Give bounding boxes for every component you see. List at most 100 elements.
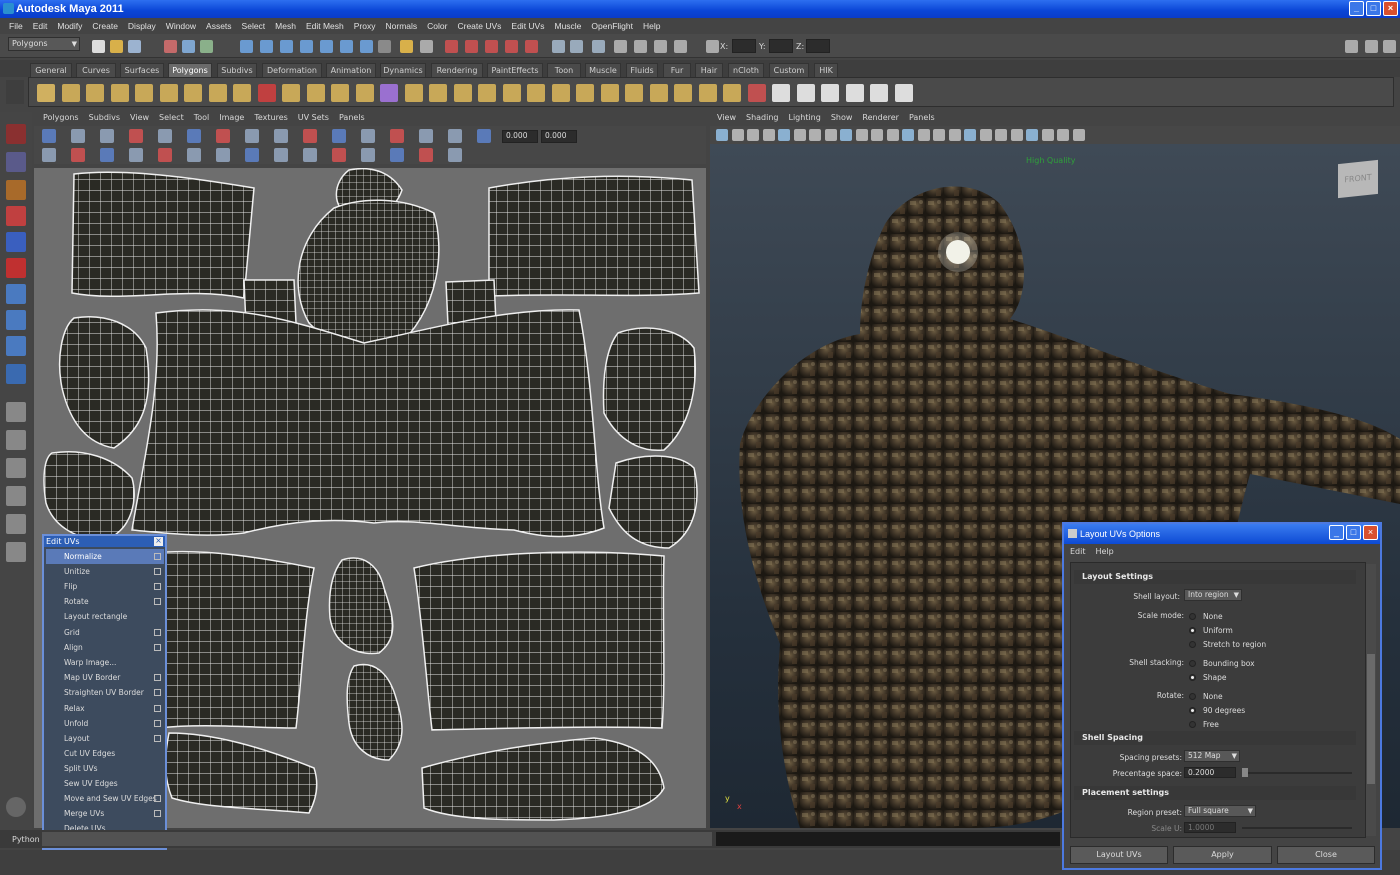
spacing-presets-dropdown[interactable]: 512 Map ▼ [1184,750,1240,762]
menu-item-warp-image[interactable]: Warp Image... [46,655,164,670]
panel-settings-icon[interactable] [1365,40,1378,53]
layout-uvs-button[interactable]: Layout UVs [1070,846,1168,864]
menu-item-layout[interactable]: Layout [46,731,164,746]
rotate-90[interactable]: 90 degrees [1189,706,1245,715]
slide-edge-icon[interactable] [600,84,619,102]
default-light-icon[interactable] [917,129,930,141]
shelf-tab-hair[interactable]: Hair [695,63,723,77]
menu-openflight[interactable]: OpenFlight [586,18,638,34]
plane-icon[interactable] [135,84,153,102]
script-editor-icon[interactable] [6,797,26,817]
helix-icon[interactable] [257,84,276,102]
scale-tool-icon[interactable] [6,258,26,278]
uv-auto-icon[interactable] [845,84,864,102]
insert-loop-icon[interactable] [551,84,570,102]
uv-align-max-v-icon[interactable] [274,129,288,143]
x-field[interactable] [732,39,756,53]
sidebar-toggle-icon[interactable] [592,40,605,53]
option-box-icon[interactable] [154,583,161,590]
menu-modify[interactable]: Modify [52,18,87,34]
prism-icon[interactable] [184,84,202,102]
cone-icon[interactable] [110,84,129,102]
viewport-menu-panels[interactable]: Panels [904,110,940,126]
menu-file[interactable]: File [4,18,28,34]
uv-filter-icon[interactable] [71,148,85,162]
shelf-tab-deformation[interactable]: Deformation [262,63,322,77]
cylinder-icon[interactable] [86,84,104,102]
uv-cylindrical-icon[interactable] [796,84,815,102]
snap-point-icon[interactable] [280,40,293,53]
wireframe-icon[interactable] [809,129,821,141]
pipe-icon[interactable] [233,84,251,102]
menu-item-move-and-sew-uv-edges[interactable]: Move and Sew UV Edges [46,791,164,806]
panel-extra-icon[interactable] [1383,40,1396,53]
viewport-menu-show[interactable]: Show [826,110,858,126]
uv-relax-icon[interactable] [303,148,317,162]
menu-item-relax[interactable]: Relax [46,701,164,716]
move-tool-icon[interactable] [6,206,26,226]
uv-smooth-icon[interactable] [332,129,346,143]
smooth-wire-icon[interactable] [840,129,852,141]
scrollbar-thumb[interactable] [1367,654,1375,784]
menu-item-split-uvs[interactable]: Split UVs [46,761,164,776]
option-box-icon[interactable] [154,674,161,682]
select-tool-icon[interactable] [6,124,26,144]
xray-icon[interactable] [979,129,992,141]
uv-grid-toggle-icon[interactable] [42,129,56,143]
layout-graph-icon[interactable] [6,486,26,506]
uv-copy-icon[interactable] [419,148,433,162]
option-box-icon[interactable] [154,628,161,636]
shelf-tab-ncloth[interactable]: nCloth [728,63,764,77]
viewport-menu-view[interactable]: View [712,110,741,126]
chamfer-icon[interactable] [723,84,741,102]
shelf-tab-muscle[interactable]: Muscle [585,63,621,77]
select-component-icon[interactable] [200,40,213,53]
percentage-space-field[interactable]: 0.2000 [1184,767,1236,778]
camera-select-icon[interactable] [716,129,728,141]
viewport-menu-renderer[interactable]: Renderer [857,110,904,126]
paint-select-icon[interactable] [6,180,26,200]
uv-spherical-icon[interactable] [821,84,839,102]
film-gate-icon[interactable] [1057,129,1069,141]
show-manipulator-icon[interactable] [6,336,26,356]
shelf-tab-fluids[interactable]: Fluids [626,63,658,77]
percentage-space-slider-handle[interactable] [1242,768,1248,777]
layout-hypershade-icon[interactable] [6,542,26,562]
uv-dim-image-icon[interactable] [71,129,85,143]
scale-mode-stretch[interactable]: Stretch to region [1189,640,1266,649]
menu-mesh[interactable]: Mesh [270,18,301,34]
flat-shade-icon[interactable] [855,129,868,141]
snap-plane-icon[interactable] [300,40,313,53]
sphere-icon[interactable] [37,84,55,102]
uv-menu-image[interactable]: Image [214,110,249,126]
uv-remove-isolate-icon[interactable] [361,148,375,162]
tool-settings-icon[interactable] [654,40,667,53]
uv-unfold-icon[interactable] [303,129,317,143]
menu-item-rotate[interactable]: Rotate [46,594,164,609]
shelf-tab-rendering[interactable]: Rendering [431,63,483,77]
lasso-tool-icon[interactable] [6,152,26,172]
shelf-tab-curves[interactable]: Curves [76,63,116,77]
maximize-button[interactable]: □ [1366,1,1381,16]
layout-single-icon[interactable] [6,402,26,422]
uv-add-isolate-icon[interactable] [361,129,375,143]
apply-button[interactable]: Apply [1173,846,1272,864]
viewport-menu-lighting[interactable]: Lighting [783,110,825,126]
shelf-tab-animation[interactable]: Animation [326,63,376,77]
uv-shaded-icon[interactable] [390,129,404,143]
channel-box-icon[interactable] [614,40,627,53]
construction-history-icon[interactable] [420,40,433,53]
uv-flip-u-icon[interactable] [100,148,114,162]
option-box-icon[interactable] [154,643,161,651]
attribute-editor-icon[interactable] [634,40,647,53]
percentage-space-slider[interactable] [1242,772,1352,774]
bookmark-icon[interactable] [747,129,759,141]
options-menu-help[interactable]: Help [1096,544,1114,559]
minimize-button[interactable]: _ [1349,1,1364,16]
isolate-select-icon[interactable] [1010,129,1023,141]
image-plane-icon[interactable] [762,129,775,141]
rotate-tool-icon[interactable] [6,232,26,252]
option-box-icon[interactable] [154,704,161,712]
shelf-tab-subdivs[interactable]: Subdivs [217,63,257,77]
mode-selector[interactable]: Polygons ▼ [8,37,80,51]
